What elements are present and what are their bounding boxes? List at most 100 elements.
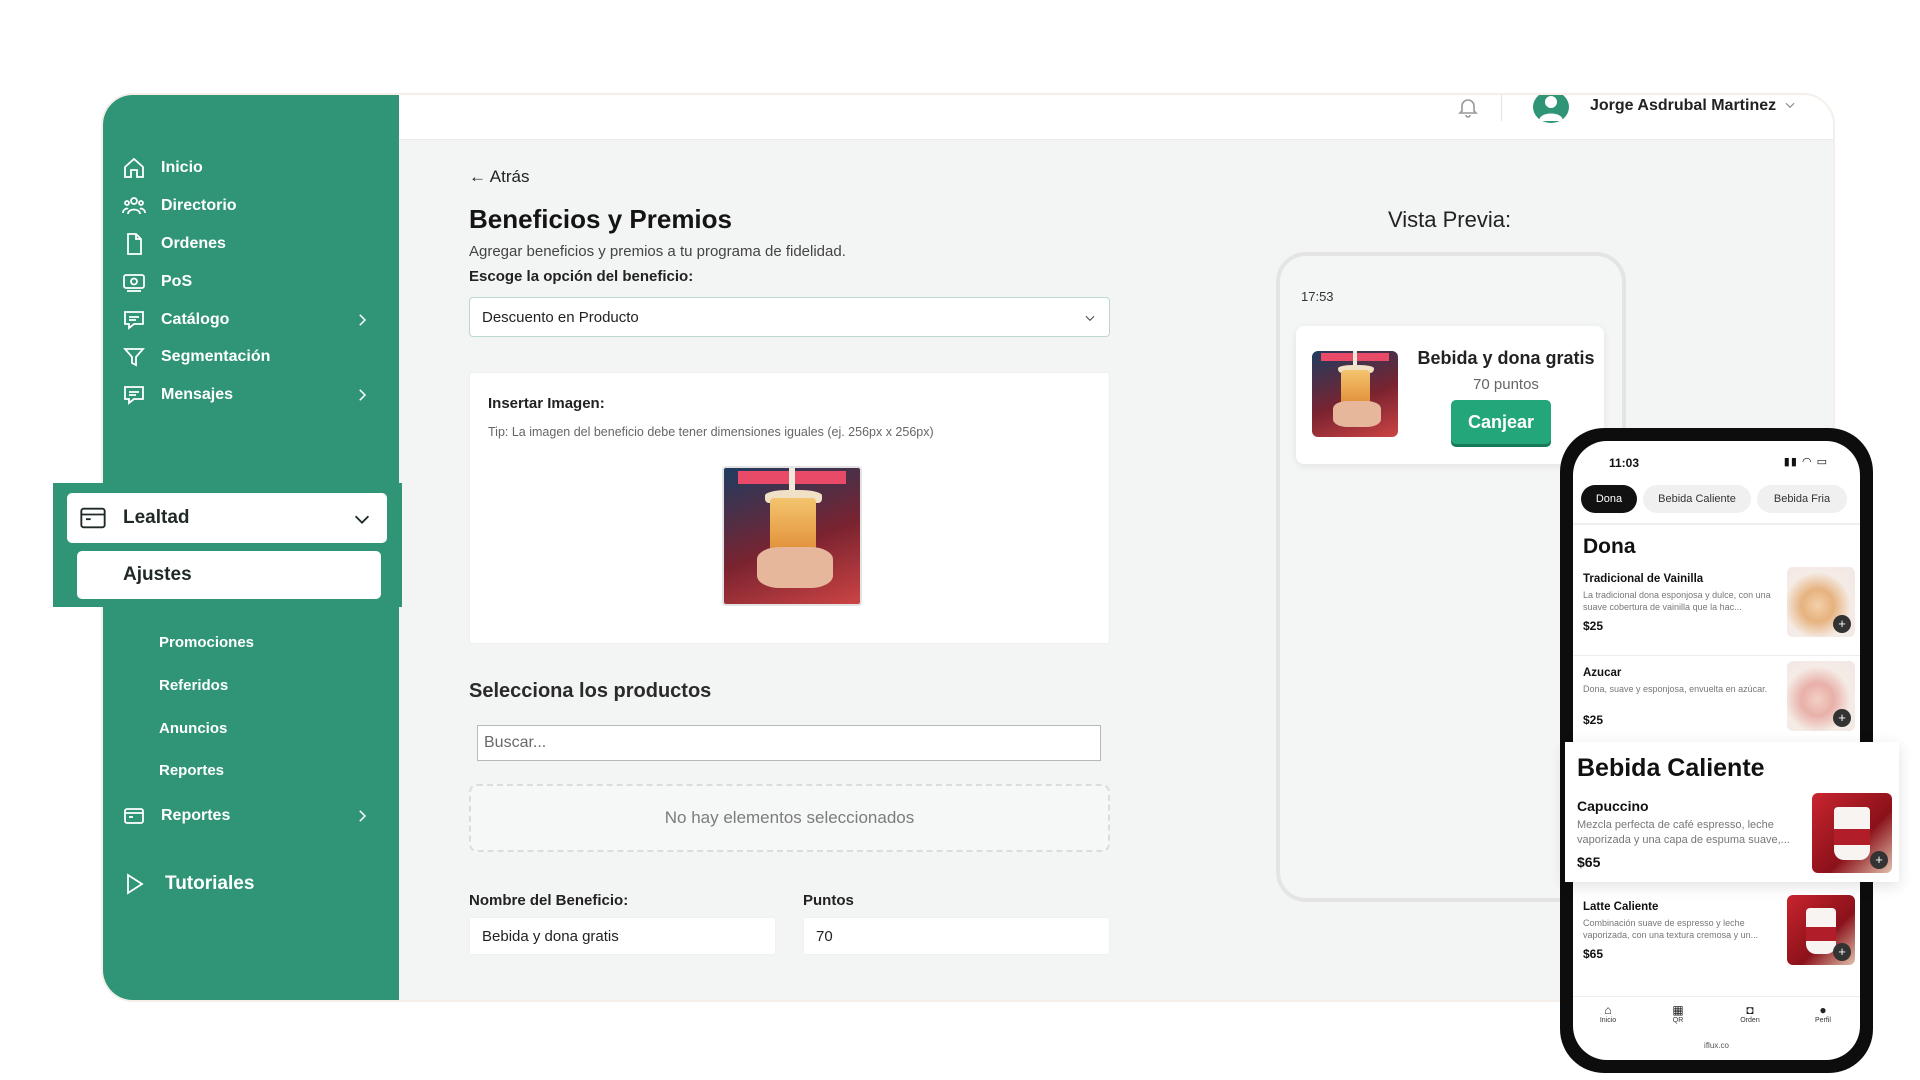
- nav-label: Perfil: [1815, 1017, 1831, 1024]
- sidebar-sub-promociones[interactable]: Promociones: [159, 634, 254, 651]
- reward-title: Bebida y dona gratis: [1417, 348, 1595, 368]
- sidebar-item-label: PoS: [161, 273, 193, 290]
- nav-qr[interactable]: ▦ QR: [1653, 1003, 1703, 1024]
- sidebar-item-label: Segmentación: [161, 348, 271, 365]
- bell-icon[interactable]: [1456, 95, 1480, 119]
- sidebar-item-label: Tutoriales: [165, 873, 255, 894]
- chevron-down-icon: [354, 515, 370, 524]
- sidebar-item-label: Mensajes: [161, 386, 234, 403]
- tab-divider: [1573, 523, 1860, 525]
- menu-item-desc: Combinación suave de espresso y leche va…: [1583, 918, 1759, 940]
- menu-item-image: +: [1787, 661, 1855, 731]
- sidebar-item-mensajes[interactable]: Mensajes: [121, 375, 391, 415]
- menu-item[interactable]: Latte Caliente Combinación suave de espr…: [1583, 895, 1855, 983]
- nav-label: Inicio: [1599, 1017, 1617, 1024]
- chip-dona[interactable]: Dona: [1581, 485, 1637, 513]
- home-icon: [121, 155, 147, 181]
- section-bebida-caliente: Bebida Caliente: [1577, 754, 1765, 782]
- menu-item-name: Azucar: [1583, 667, 1622, 679]
- empty-text: No hay elementos seleccionados: [664, 808, 915, 827]
- menu-item-desc: Dona, suave y esponjosa, envuelta en azú…: [1583, 684, 1768, 694]
- nav-perfil[interactable]: ● Perfil: [1798, 1003, 1848, 1024]
- chevron-right-icon: [359, 314, 367, 326]
- section-dona: Dona: [1583, 535, 1636, 558]
- sidebar-item-label: Reportes: [161, 807, 231, 824]
- play-icon: [121, 871, 147, 897]
- benefit-option-select[interactable]: Descuento en Producto: [469, 297, 1110, 337]
- sidebar-item-directorio[interactable]: Directorio: [121, 186, 391, 226]
- sidebar-sub-anuncios[interactable]: Anuncios: [159, 720, 227, 737]
- points-label: Puntos: [803, 892, 854, 909]
- select-value: Descuento en Producto: [482, 308, 639, 326]
- redeem-button[interactable]: Canjear: [1451, 400, 1551, 444]
- add-icon[interactable]: +: [1833, 615, 1851, 633]
- page-subtitle: Agregar beneficios y premios a tu progra…: [469, 243, 846, 260]
- item-divider: [1573, 655, 1860, 656]
- user-name[interactable]: Jorge Asdrubal Martinez: [1590, 95, 1776, 117]
- sidebar-sub-reportes[interactable]: Reportes: [159, 762, 224, 779]
- back-link[interactable]: ← Atrás: [469, 167, 529, 187]
- sidebar-item-catalogo[interactable]: Catálogo: [121, 300, 391, 340]
- menu-item-image: +: [1787, 895, 1855, 965]
- chip-bebida-fria[interactable]: Bebida Fria: [1757, 485, 1847, 513]
- menu-item-price: $65: [1577, 854, 1601, 870]
- menu-item-desc: Mezcla perfecta de café espresso, leche …: [1577, 819, 1790, 846]
- nav-label: QR: [1672, 1017, 1684, 1024]
- menu-item-price: $25: [1583, 619, 1604, 633]
- phone-url: iflux.co: [1704, 1041, 1729, 1050]
- benefit-name-field[interactable]: Bebida y dona gratis: [469, 917, 776, 955]
- sidebar-item-ordenes[interactable]: Ordenes: [121, 224, 391, 264]
- menu-item[interactable]: Tradicional de Vainilla La tradicional d…: [1583, 567, 1855, 655]
- chevron-right-icon: [359, 389, 367, 401]
- image-tip: Tip: La imagen del beneficio debe tener …: [488, 425, 934, 439]
- benefit-image[interactable]: [722, 466, 862, 606]
- menu-item-image: +: [1812, 793, 1892, 873]
- wallet-icon: [80, 507, 106, 529]
- sidebar-item-lealtad[interactable]: Lealtad: [67, 493, 387, 543]
- document-icon: [121, 231, 147, 257]
- nav-inicio[interactable]: ⌂ Inicio: [1583, 1003, 1633, 1024]
- sidebar-item-label: Catálogo: [161, 311, 230, 328]
- sidebar-item-label: Inicio: [161, 159, 203, 176]
- sidebar-sub-referidos[interactable]: Referidos: [159, 677, 228, 694]
- points-field[interactable]: 70: [803, 917, 1110, 955]
- lealtad-menu: Lealtad Ajustes: [53, 483, 402, 607]
- sidebar-item-pos[interactable]: PoS: [121, 262, 391, 302]
- users-icon: [121, 193, 147, 219]
- menu-item[interactable]: Azucar Dona, suave y esponjosa, envuelta…: [1583, 661, 1855, 749]
- page-title: Beneficios y Premios: [469, 204, 732, 234]
- sidebar-item-reportes[interactable]: Reportes: [121, 796, 391, 836]
- home-icon: ⌂: [1604, 1003, 1612, 1017]
- chevron-right-icon: [359, 810, 367, 822]
- sidebar-item-label: Lealtad: [123, 507, 190, 528]
- menu-item-name: Capuccino: [1577, 798, 1649, 814]
- image-upload-card: Insertar Imagen: Tip: La imagen del bene…: [469, 372, 1110, 644]
- sidebar-item-label: Ordenes: [161, 235, 226, 252]
- sidebar-item-segmentacion[interactable]: Segmentación: [121, 337, 391, 377]
- add-icon[interactable]: +: [1833, 943, 1851, 961]
- bebida-caliente-card[interactable]: Bebida Caliente Capuccino Mezcla perfect…: [1565, 742, 1899, 882]
- products-heading: Selecciona los productos: [469, 680, 712, 702]
- signal-wifi-battery-icon: ▮▮ ◠ ▭: [1783, 456, 1828, 468]
- nav-label: Orden: [1740, 1017, 1760, 1024]
- sidebar-item-label: Directorio: [161, 197, 237, 214]
- preview-time: 17:53: [1301, 289, 1334, 304]
- add-icon[interactable]: +: [1833, 709, 1851, 727]
- filter-icon: [121, 344, 147, 370]
- preview-title: Vista Previa:: [1388, 207, 1512, 232]
- qr-icon: ▦: [1672, 1003, 1684, 1017]
- menu-item-name: Tradicional de Vainilla: [1583, 573, 1704, 585]
- sidebar-item-tutoriales[interactable]: Tutoriales: [121, 864, 391, 904]
- add-icon[interactable]: +: [1870, 851, 1888, 869]
- menu-item-price: $65: [1583, 947, 1604, 961]
- nav-orden[interactable]: ◘ Orden: [1725, 1003, 1775, 1024]
- selected-products-empty: No hay elementos seleccionados: [469, 784, 1110, 852]
- menu-item-image: +: [1787, 567, 1855, 637]
- chevron-down-icon[interactable]: [1783, 98, 1797, 112]
- sidebar-sub-ajustes[interactable]: Ajustes: [77, 551, 381, 599]
- benefit-name-label: Nombre del Beneficio:: [469, 892, 629, 909]
- chip-bebida-caliente[interactable]: Bebida Caliente: [1643, 485, 1751, 513]
- phone-status-time: 11:03: [1609, 456, 1640, 470]
- sidebar-item-inicio[interactable]: Inicio: [121, 148, 391, 188]
- product-search-input[interactable]: [477, 725, 1101, 761]
